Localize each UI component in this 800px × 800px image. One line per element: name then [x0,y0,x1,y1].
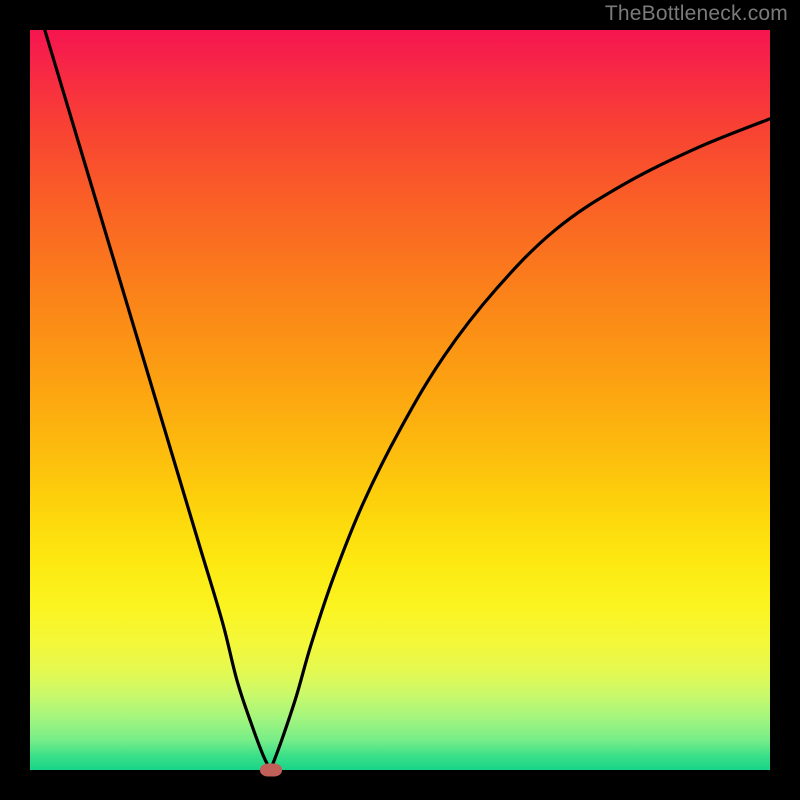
curve-right-branch [271,119,771,770]
plot-area [30,30,770,770]
chart-frame: TheBottleneck.com [0,0,800,800]
curve-left-branch [45,30,271,770]
minimum-marker [260,764,282,777]
watermark-text: TheBottleneck.com [605,2,788,26]
bottleneck-curve [30,30,770,770]
